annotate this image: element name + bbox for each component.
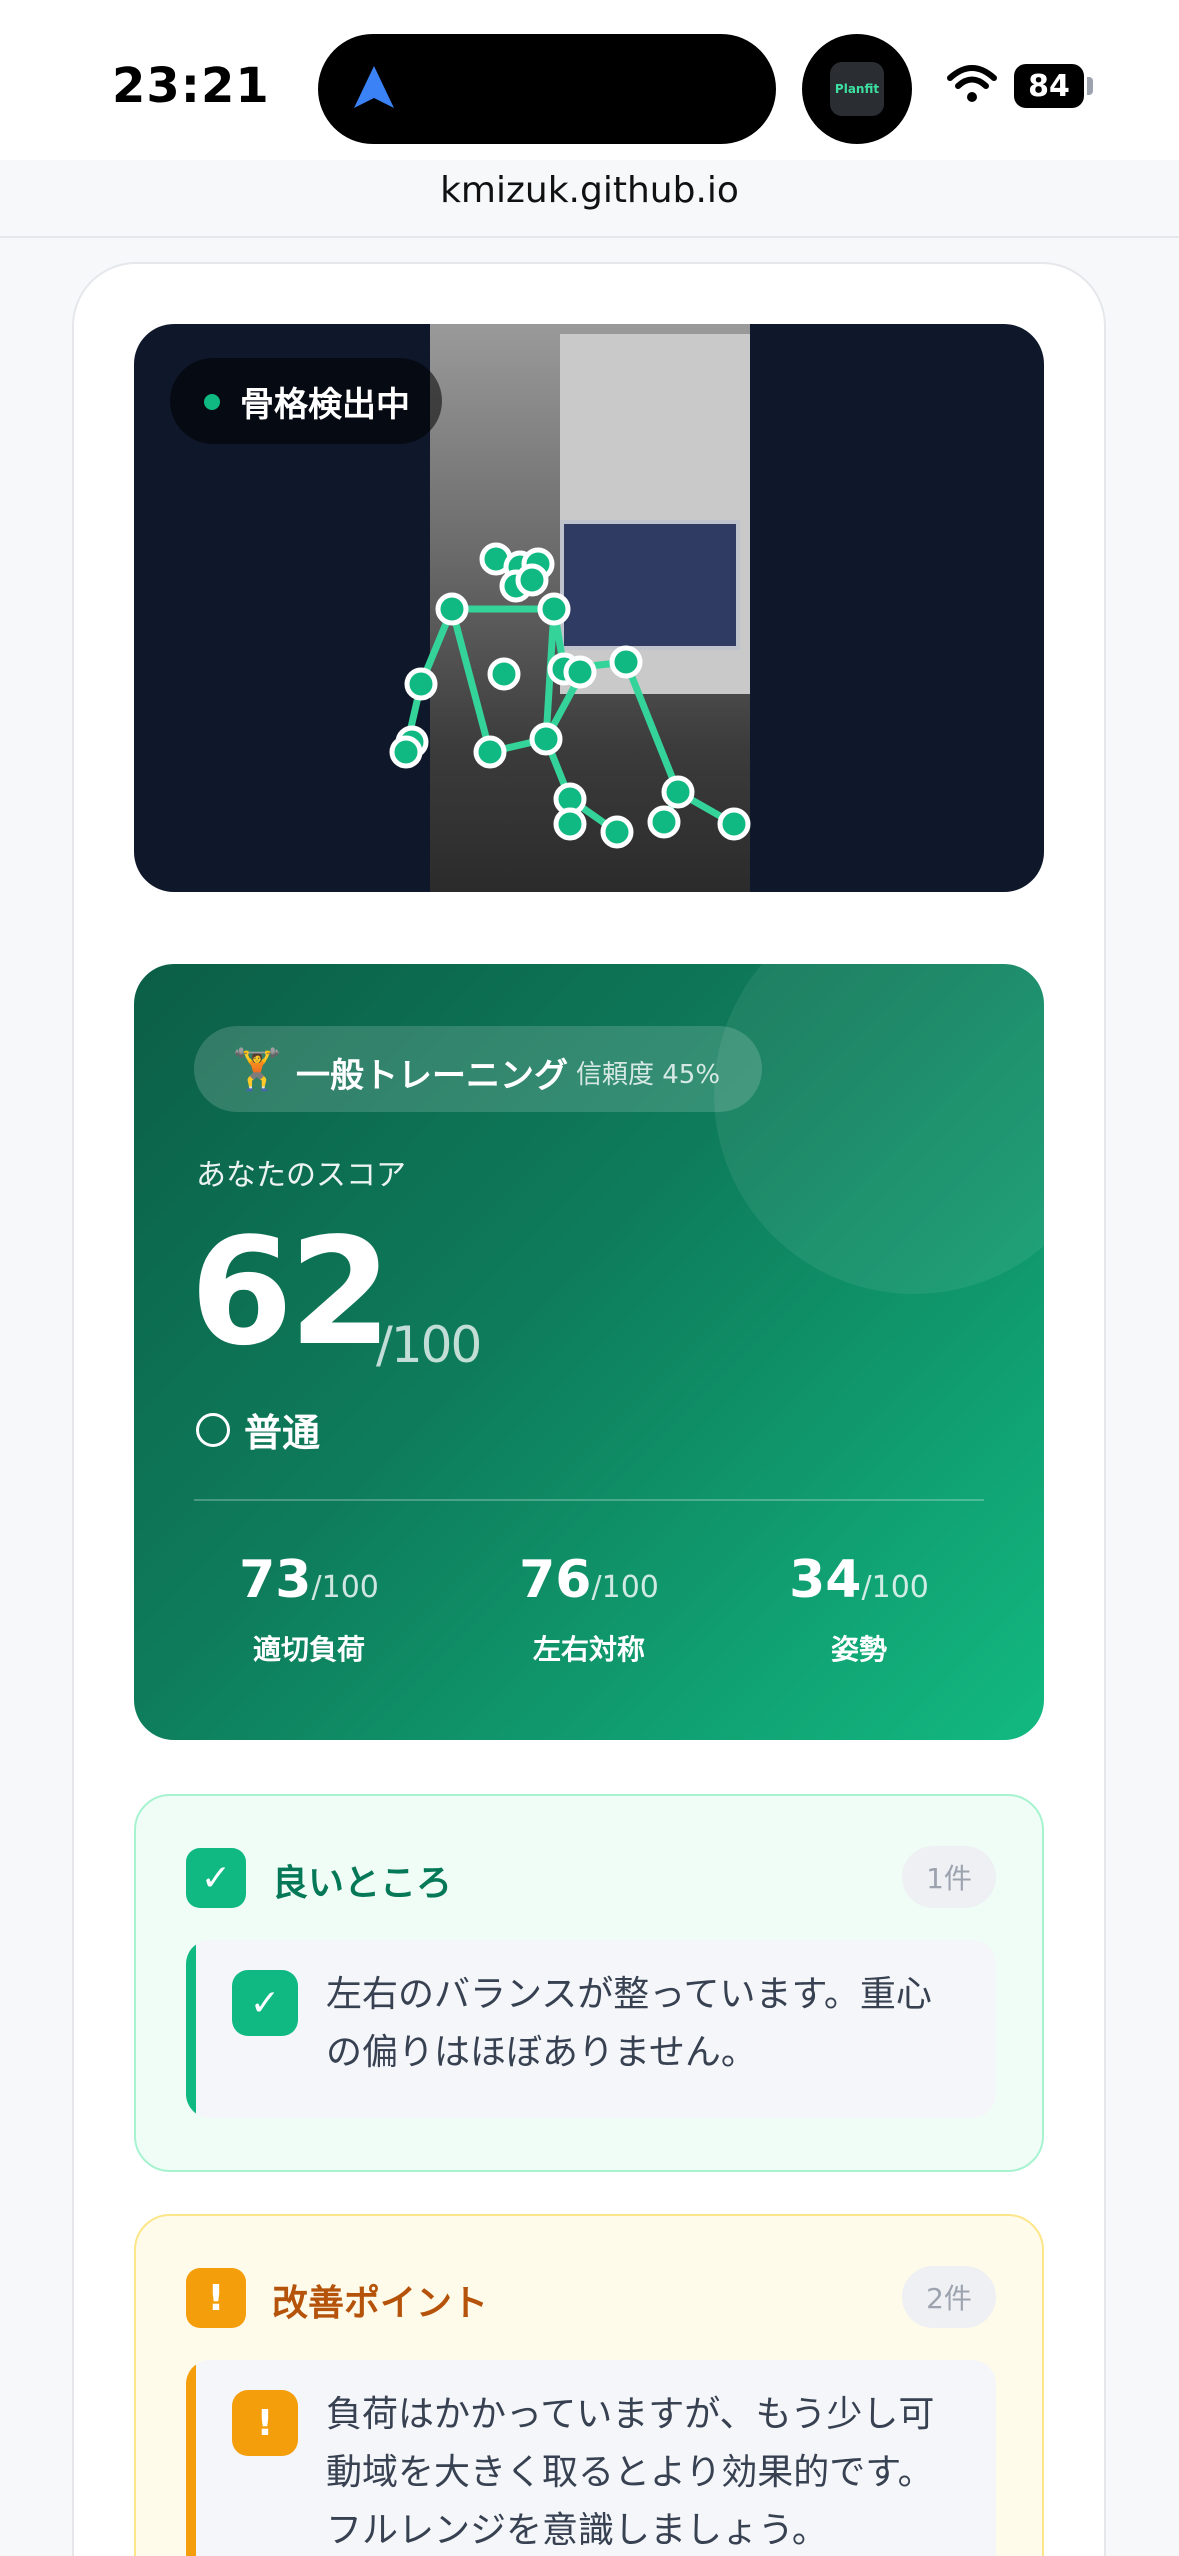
metric-load: 73/100 適切負荷 [174, 1550, 444, 1668]
metric-value: 76 [519, 1550, 592, 1610]
check-icon: ✓ [186, 1848, 246, 1908]
score-title: あなたのスコア [196, 1158, 406, 1193]
status-bar: 23:21 Planfit 84 kmizuk.github.io [0, 0, 1179, 238]
weightlifter-icon: 🏋 [232, 1047, 282, 1093]
rating-label: 普通 [196, 1402, 320, 1457]
score-max: /100 [376, 1316, 482, 1374]
battery-indicator: 84 [1014, 64, 1084, 108]
confidence-label: 信頼度 45% [576, 1060, 721, 1090]
rating-text: 普通 [244, 1411, 321, 1455]
accent-bar [186, 2360, 196, 2556]
detection-status-badge: 骨格検出中 [170, 358, 442, 444]
score-value: 62 [190, 1206, 392, 1378]
exercise-type: 一般トレーニング [296, 1056, 568, 1096]
metric-max: /100 [861, 1570, 929, 1605]
live-dot-icon [204, 394, 220, 410]
metric-max: /100 [311, 1570, 379, 1605]
metric-label: 適切負荷 [252, 1633, 365, 1666]
wifi-icon [947, 65, 997, 102]
item-text: 負荷はかかっていますが、もう少し可動域を大きく取るとより効果的です。フルレンジを… [326, 2394, 935, 2551]
list-item: ✓ 左右のバランスが整っています。重心の偏りはほぼありません。 [186, 1940, 996, 2118]
badge-label: 骨格検出中 [240, 384, 410, 425]
metric-label: 姿勢 [830, 1633, 887, 1666]
circle-rating-icon [196, 1412, 230, 1447]
list-item: ! 負荷はかかっていますが、もう少し可動域を大きく取るとより効果的です。フルレン… [186, 2360, 996, 2556]
metric-symmetry: 76/100 左右対称 [454, 1550, 724, 1668]
count-badge: 1件 [902, 1846, 996, 1908]
clock: 23:21 [112, 58, 270, 114]
check-icon: ✓ [232, 1970, 298, 2036]
battery-tip [1087, 77, 1093, 95]
warning-icon: ! [232, 2390, 298, 2456]
score-card: 🏋 一般トレーニング 信頼度 45% あなたのスコア 62 /100 普通 73… [134, 964, 1044, 1740]
decorative-circle [714, 964, 1044, 1294]
metric-label: 左右対称 [532, 1633, 645, 1666]
metric-posture: 34/100 姿勢 [724, 1550, 994, 1668]
improvement-section: ! 改善ポイント 2件 ! 負荷はかかっていますが、もう少し可動域を大きく取ると… [134, 2214, 1044, 2556]
navigation-arrow-icon [354, 66, 394, 108]
metric-value: 34 [789, 1550, 862, 1610]
browser-url[interactable]: kmizuk.github.io [0, 170, 1179, 211]
metric-max: /100 [591, 1570, 659, 1605]
count-badge: 2件 [902, 2266, 996, 2328]
good-points-section: ✓ 良いところ 1件 ✓ 左右のバランスが整っています。重心の偏りはほぼありませ… [134, 1794, 1044, 2172]
exercise-type-pill: 🏋 一般トレーニング 信頼度 45% [194, 1026, 762, 1112]
divider [0, 236, 1179, 238]
divider [194, 1499, 984, 1501]
metric-value: 73 [239, 1550, 312, 1610]
item-text: 左右のバランスが整っています。重心の偏りはほぼありません。 [326, 1974, 932, 2073]
planfit-app-icon: Planfit [830, 62, 884, 116]
accent-bar [186, 1940, 196, 2118]
section-title: 良いところ [272, 1863, 453, 1904]
section-title: 改善ポイント [272, 2283, 489, 2324]
warning-icon: ! [186, 2268, 246, 2328]
